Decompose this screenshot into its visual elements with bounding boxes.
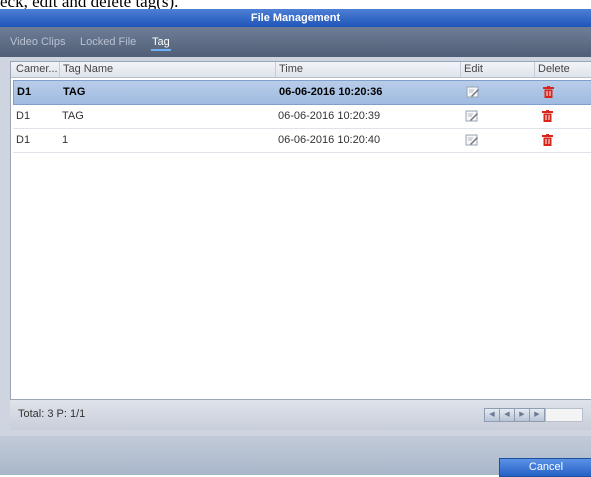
cell-tag-name: 1	[62, 134, 69, 146]
next-page-icon[interactable]: ▶	[514, 408, 530, 422]
cell-tag-name: TAG	[63, 86, 86, 98]
tab-tag[interactable]: Tag	[151, 27, 171, 57]
cell-time: 06-06-2016 10:20:36	[279, 86, 383, 98]
column-header-time[interactable]: Time	[275, 62, 459, 77]
trash-icon[interactable]	[543, 86, 554, 98]
trash-icon[interactable]	[542, 134, 553, 146]
tab-locked-file[interactable]: Locked File	[80, 27, 136, 57]
pencil-edit-icon[interactable]	[465, 110, 479, 122]
table-row[interactable]: D1 TAG 06-06-2016 10:20:36	[13, 80, 591, 105]
tag-list-panel: Camer... Tag Name Time Edit Delete D1 TA…	[10, 61, 591, 412]
cell-tag-name: TAG	[62, 110, 84, 122]
cell-camera: D1	[16, 134, 31, 146]
last-page-icon[interactable]: ▶	[529, 408, 545, 422]
pencil-edit-icon[interactable]	[466, 86, 480, 98]
table-row[interactable]: D1 TAG 06-06-2016 10:20:39	[13, 105, 591, 129]
prev-page-icon[interactable]: ◀	[499, 408, 515, 422]
pagination-total: Total: 3 P: 1/1	[18, 408, 86, 420]
table-row[interactable]: D1 1 06-06-2016 10:20:40	[13, 129, 591, 153]
bottom-bar: Cancel	[0, 436, 591, 477]
page-number-input[interactable]	[545, 408, 583, 422]
first-page-icon[interactable]: ◀	[484, 408, 500, 422]
column-header-camera[interactable]: Camer...	[16, 62, 63, 77]
tab-video-clips[interactable]: Video Clips	[10, 27, 65, 57]
table-header: Camer... Tag Name Time Edit Delete	[11, 62, 591, 78]
trash-icon[interactable]	[542, 110, 553, 122]
table-footer: Total: 3 P: 1/1 ◀ ◀ ▶ ▶	[10, 399, 591, 430]
column-header-tag-name[interactable]: Tag Name	[59, 62, 273, 77]
cancel-button[interactable]: Cancel	[499, 458, 591, 477]
tab-bar: Video Clips Locked File Tag	[0, 27, 591, 57]
pencil-edit-icon[interactable]	[465, 134, 479, 146]
column-header-delete[interactable]: Delete	[534, 62, 591, 77]
file-management-window: File Management Video Clips Locked File …	[0, 9, 591, 477]
column-header-edit[interactable]: Edit	[460, 62, 534, 77]
cell-camera: D1	[17, 86, 32, 98]
cell-camera: D1	[16, 110, 31, 122]
cell-time: 06-06-2016 10:20:40	[278, 134, 381, 146]
window-title: File Management	[0, 9, 591, 27]
cell-time: 06-06-2016 10:20:39	[278, 110, 381, 122]
page-caption: eck, edit and delete tag(s).	[0, 0, 591, 9]
